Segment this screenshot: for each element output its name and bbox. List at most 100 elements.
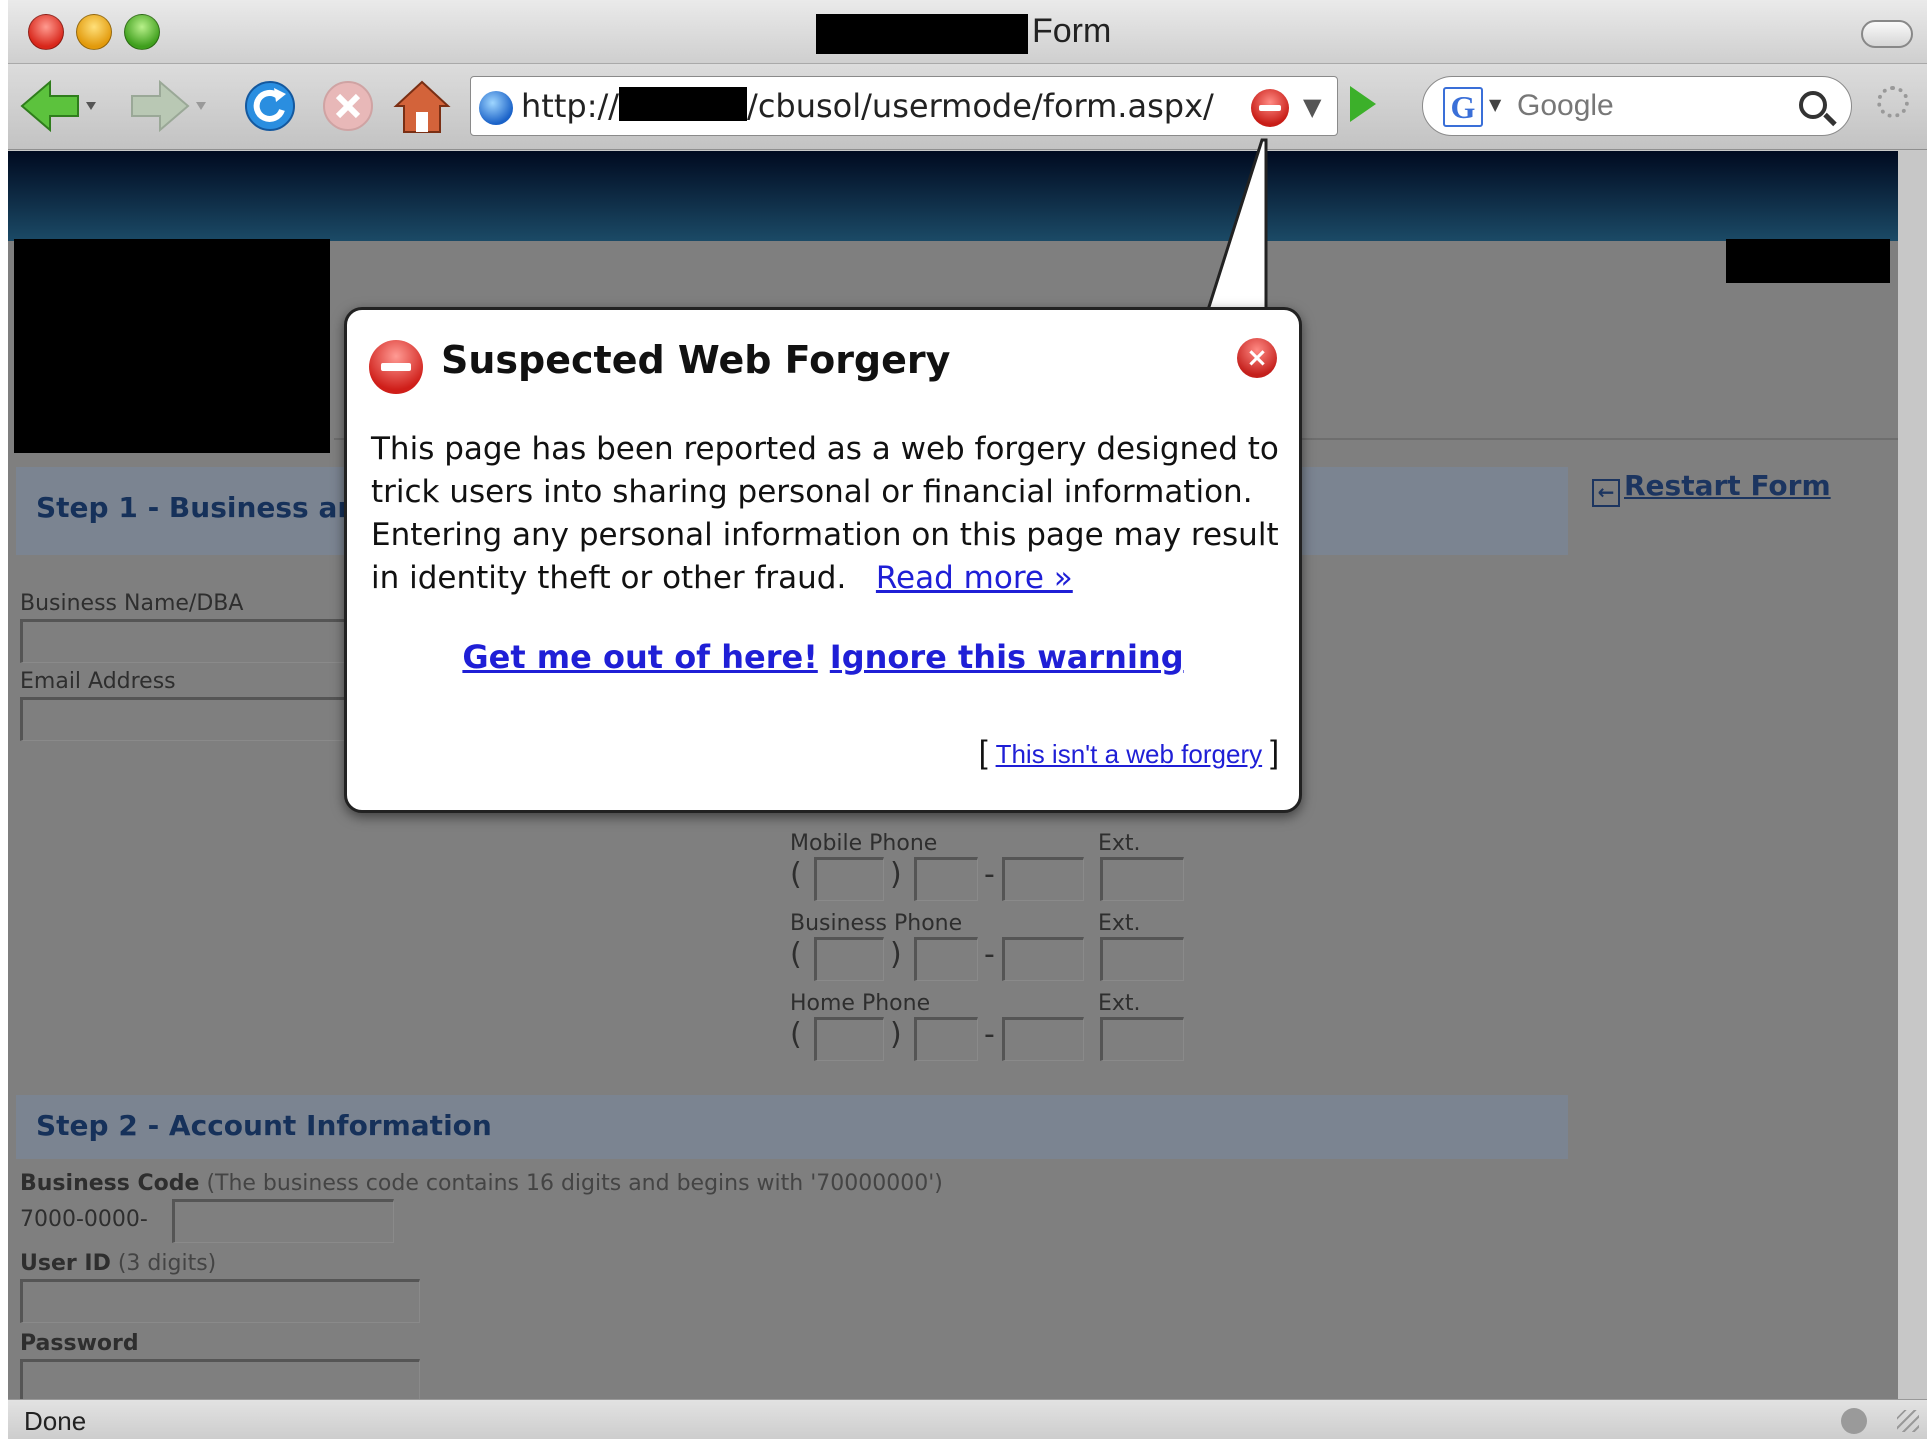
url-prefix: http://	[521, 87, 620, 125]
not-a-forgery-link[interactable]: This isn't a web forgery	[996, 739, 1263, 769]
go-arrow-icon[interactable]	[1350, 86, 1376, 122]
reload-button[interactable]	[240, 78, 300, 134]
minimize-window-button[interactable]	[76, 14, 112, 50]
engine-dropdown-icon[interactable]: ▼	[1489, 95, 1501, 114]
get-me-out-button[interactable]: Get me out of here!	[462, 638, 817, 676]
mobile-phone-label: Mobile Phone	[790, 831, 938, 856]
home-prefix-input[interactable]	[914, 1017, 978, 1061]
url-redaction	[619, 87, 748, 121]
status-bar: Done	[8, 1399, 1927, 1439]
password-label-text: Password	[20, 1331, 139, 1356]
home-ext-input[interactable]	[1100, 1017, 1184, 1061]
ignore-warning-button[interactable]: Ignore this warning	[830, 638, 1184, 676]
mobile-prefix-input[interactable]	[914, 857, 978, 901]
bracket-open: [	[978, 734, 988, 770]
business-code-hint: (The business code contains 16 digits an…	[206, 1171, 943, 1196]
business-area-input[interactable]	[814, 937, 884, 981]
back-arrow-icon	[20, 79, 96, 133]
paren-close: )	[890, 857, 902, 892]
dash: -	[984, 1017, 995, 1052]
url-path: /cbusol/usermode/form.aspx/	[747, 87, 1214, 125]
url-text: http:// /cbusol/usermode/form.aspx/	[521, 87, 1214, 125]
security-status-icon	[1841, 1408, 1867, 1434]
user-id-label-text: User ID	[20, 1251, 111, 1276]
home-area-input[interactable]	[814, 1017, 884, 1061]
window-title: Form	[1032, 12, 1112, 50]
address-bar[interactable]: http:// /cbusol/usermode/form.aspx/ ▼	[470, 76, 1338, 136]
warning-stop-icon	[369, 340, 423, 394]
password-label: Password	[20, 1331, 139, 1356]
paren-open: (	[790, 937, 802, 972]
popup-message: This page has been reported as a web for…	[371, 428, 1291, 600]
popup-title: Suspected Web Forgery	[441, 338, 951, 382]
forgery-warning-popup: Suspected Web Forgery × This page has be…	[344, 307, 1302, 813]
mobile-line-input[interactable]	[1002, 857, 1084, 901]
paren-close: )	[890, 1017, 902, 1052]
logo-redaction	[14, 239, 330, 453]
mobile-area-input[interactable]	[814, 857, 884, 901]
user-id-input[interactable]	[20, 1279, 420, 1323]
paren-open: (	[790, 857, 802, 892]
mobile-ext-input[interactable]	[1100, 857, 1184, 901]
restart-label: Restart Form	[1624, 469, 1831, 502]
restart-icon: ←	[1592, 479, 1620, 507]
password-input[interactable]	[20, 1359, 420, 1399]
vertical-scrollbar[interactable]	[1898, 151, 1927, 1399]
home-button[interactable]	[392, 78, 452, 134]
header-redaction	[1726, 239, 1890, 283]
home-line-input[interactable]	[1002, 1017, 1084, 1061]
business-line-input[interactable]	[1002, 937, 1084, 981]
user-id-hint: (3 digits)	[117, 1251, 217, 1276]
forgery-warning-icon[interactable]	[1251, 89, 1289, 127]
url-dropdown-icon[interactable]: ▼	[1303, 93, 1321, 121]
status-text: Done	[24, 1406, 87, 1436]
business-phone-label: Business Phone	[790, 911, 963, 936]
read-more-link[interactable]: Read more »	[876, 560, 1073, 596]
navigation-toolbar: http:// /cbusol/usermode/form.aspx/ ▼ G ▼…	[8, 64, 1927, 150]
popup-close-icon[interactable]: ×	[1237, 338, 1277, 378]
email-input[interactable]	[20, 697, 360, 741]
close-window-button[interactable]	[28, 14, 64, 50]
step1-title: Step 1 - Business and	[36, 491, 378, 524]
bracket-close: ]	[1270, 734, 1279, 770]
business-ext-input[interactable]	[1100, 937, 1184, 981]
google-engine-icon[interactable]: G	[1443, 87, 1483, 127]
home-icon	[393, 80, 451, 133]
step2-title: Step 2 - Account Information	[36, 1109, 492, 1142]
popup-body-text: This page has been reported as a web for…	[371, 431, 1279, 596]
restart-form-link[interactable]: ← Restart Form	[1592, 469, 1831, 507]
stop-button[interactable]	[318, 78, 378, 134]
stop-icon	[323, 81, 373, 131]
resize-grip-icon[interactable]	[1897, 1410, 1919, 1432]
search-bar[interactable]: G ▼ Google	[1422, 76, 1852, 136]
business-code-label-text: Business Code	[20, 1171, 200, 1196]
business-name-input[interactable]	[20, 619, 360, 663]
business-name-label: Business Name/DBA	[20, 591, 244, 616]
site-globe-icon	[479, 91, 513, 125]
activity-throbber-icon	[1877, 86, 1909, 118]
user-id-label: User ID (3 digits)	[20, 1251, 216, 1276]
home-phone-label: Home Phone	[790, 991, 931, 1016]
dash: -	[984, 857, 995, 892]
zoom-window-button[interactable]	[124, 14, 160, 50]
mobile-ext-label: Ext.	[1098, 831, 1141, 856]
forward-arrow-icon	[131, 79, 206, 133]
search-icon[interactable]	[1799, 91, 1827, 119]
site-banner	[8, 151, 1898, 241]
business-code-input[interactable]	[172, 1199, 394, 1243]
dash: -	[984, 937, 995, 972]
title-bar: Form	[8, 0, 1927, 64]
report-false-positive: [ This isn't a web forgery]	[979, 734, 1279, 771]
paren-open: (	[790, 1017, 802, 1052]
forward-button[interactable]	[128, 78, 212, 134]
back-button[interactable]	[18, 78, 102, 134]
business-prefix-input[interactable]	[914, 937, 978, 981]
paren-close: )	[890, 937, 902, 972]
title-redaction	[816, 14, 1028, 54]
toolbar-toggle-button[interactable]	[1861, 20, 1913, 48]
business-ext-label: Ext.	[1098, 911, 1141, 936]
step2-header: Step 2 - Account Information	[16, 1095, 1568, 1159]
home-ext-label: Ext.	[1098, 991, 1141, 1016]
popup-actions: Get me out of here! Ignore this warning	[347, 638, 1299, 676]
email-label: Email Address	[20, 669, 176, 694]
